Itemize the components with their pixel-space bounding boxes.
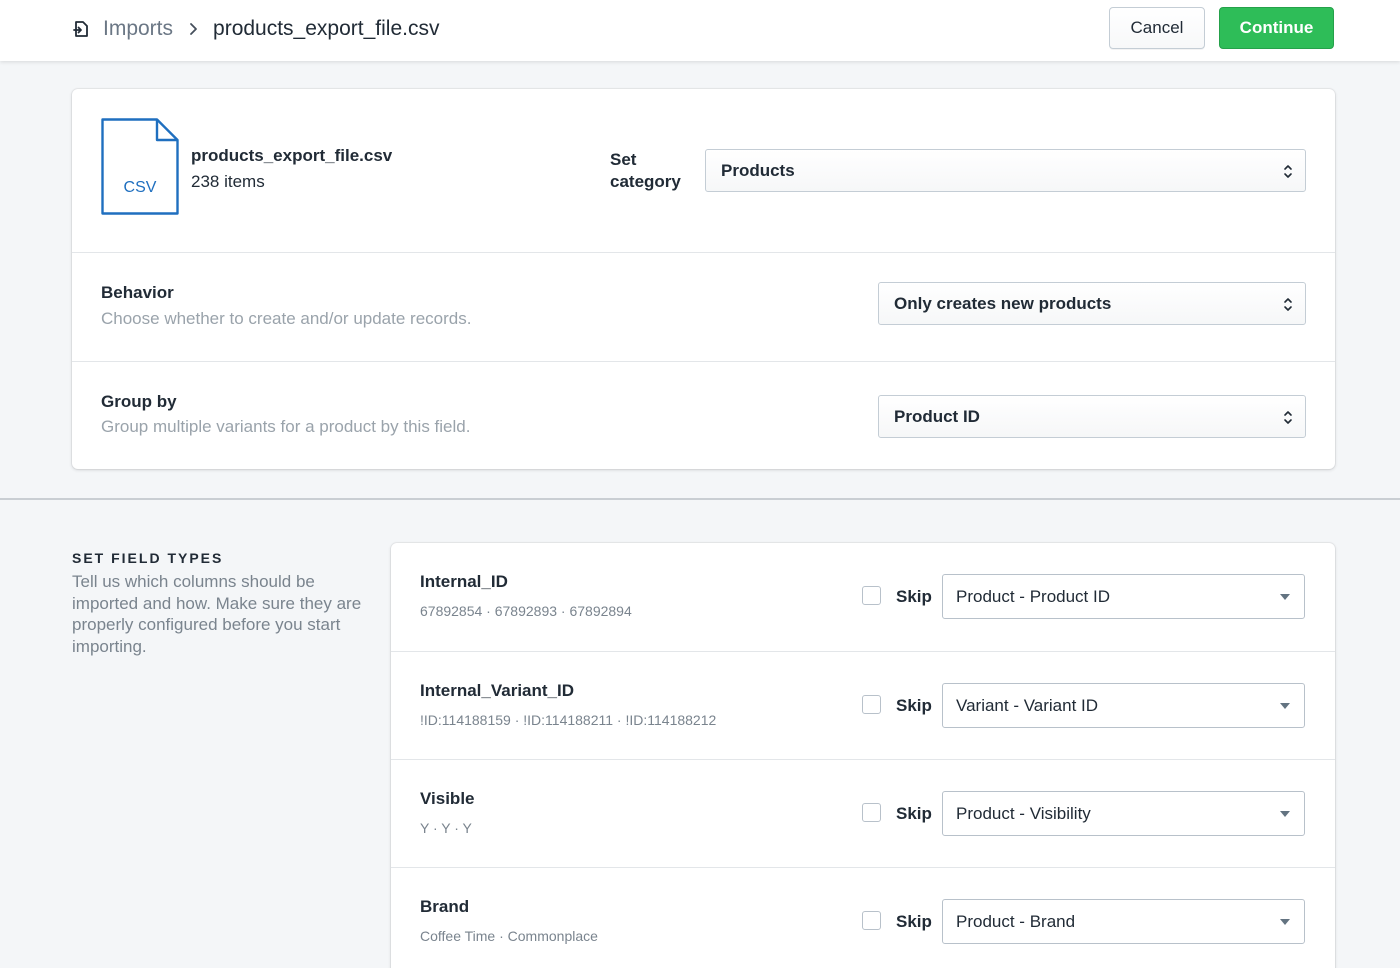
top-bar: Imports products_export_file.csv Cancel …	[0, 0, 1400, 61]
field-type-value: Product - Brand	[956, 911, 1076, 931]
field-types-card: Internal_ID 67892854 · 67892893 · 678928…	[391, 543, 1335, 968]
skip-checkbox[interactable]	[862, 803, 881, 822]
breadcrumb-imports-link[interactable]: Imports	[103, 17, 173, 41]
field-type-value: Product - Product ID	[956, 586, 1111, 606]
field-sample-values: 67892854 · 67892893 · 67892894	[420, 603, 632, 619]
set-category-label: Set category	[610, 150, 681, 191]
caret-down-icon	[1280, 811, 1290, 817]
group-by-select[interactable]: Product ID	[878, 395, 1306, 438]
behavior-select[interactable]: Only creates new products	[878, 282, 1306, 325]
select-arrows-icon	[1284, 411, 1292, 424]
skip-checkbox[interactable]	[862, 911, 881, 930]
csv-type-label: CSV	[124, 179, 157, 196]
field-sample-values: !ID:114188159 · !ID:114188211 · !ID:1141…	[420, 712, 717, 728]
behavior-help: Choose whether to create and/or update r…	[101, 309, 472, 328]
field-type-select[interactable]: Product - Product ID	[942, 574, 1305, 619]
field-types-heading: SET FIELD TYPES	[72, 550, 224, 566]
breadcrumb: Imports products_export_file.csv	[72, 14, 439, 44]
category-select-value: Products	[721, 160, 795, 180]
group-by-title: Group by	[101, 392, 177, 411]
field-type-select[interactable]: Variant - Variant ID	[942, 683, 1305, 728]
select-arrows-icon	[1284, 165, 1292, 178]
cancel-button[interactable]: Cancel	[1109, 7, 1205, 49]
skip-label[interactable]: Skip	[896, 804, 932, 824]
group-by-select-value: Product ID	[894, 406, 980, 426]
field-name: Internal_ID	[420, 572, 508, 591]
continue-button[interactable]: Continue	[1219, 7, 1334, 49]
chevron-right-icon	[185, 21, 201, 37]
file-name: products_export_file.csv	[191, 146, 393, 165]
skip-checkbox[interactable]	[862, 586, 881, 605]
field-row: Brand Coffee Time · Commonplace Skip Pro…	[391, 867, 1335, 968]
field-type-value: Product - Visibility	[956, 803, 1091, 823]
select-arrows-icon	[1284, 298, 1292, 311]
divider	[72, 252, 1335, 253]
field-name: Brand	[420, 897, 470, 916]
file-item-count: 238 items	[191, 172, 265, 191]
import-settings-card: CSV products_export_file.csv 238 items S…	[72, 89, 1335, 469]
field-type-value: Variant - Variant ID	[956, 695, 1099, 715]
field-name: Visible	[420, 789, 475, 808]
field-sample-values: Coffee Time · Commonplace	[420, 928, 598, 944]
category-select[interactable]: Products	[705, 149, 1306, 192]
field-type-select[interactable]: Product - Visibility	[942, 791, 1305, 836]
behavior-title: Behavior	[101, 283, 174, 302]
field-sample-values: Y · Y · Y	[420, 820, 472, 836]
csv-file-icon: CSV	[101, 118, 179, 215]
field-row: Visible Y · Y · Y Skip Product - Visibil…	[391, 759, 1335, 867]
group-by-help: Group multiple variants for a product by…	[101, 417, 471, 436]
skip-label[interactable]: Skip	[896, 587, 932, 607]
field-row: Internal_Variant_ID !ID:114188159 · !ID:…	[391, 651, 1335, 759]
behavior-select-value: Only creates new products	[894, 293, 1112, 313]
field-name: Internal_Variant_ID	[420, 681, 575, 700]
skip-checkbox[interactable]	[862, 695, 881, 714]
page-divider	[0, 498, 1400, 500]
divider	[72, 361, 1335, 362]
skip-label[interactable]: Skip	[896, 912, 932, 932]
field-types-description: Tell us which columns should be imported…	[72, 572, 362, 656]
caret-down-icon	[1280, 594, 1290, 600]
import-icon	[72, 20, 90, 38]
caret-down-icon	[1280, 919, 1290, 925]
field-type-select[interactable]: Product - Brand	[942, 899, 1305, 944]
field-row: Internal_ID 67892854 · 67892893 · 678928…	[391, 543, 1335, 651]
breadcrumb-current-file: products_export_file.csv	[213, 17, 440, 40]
caret-down-icon	[1280, 703, 1290, 709]
skip-label[interactable]: Skip	[896, 696, 932, 716]
